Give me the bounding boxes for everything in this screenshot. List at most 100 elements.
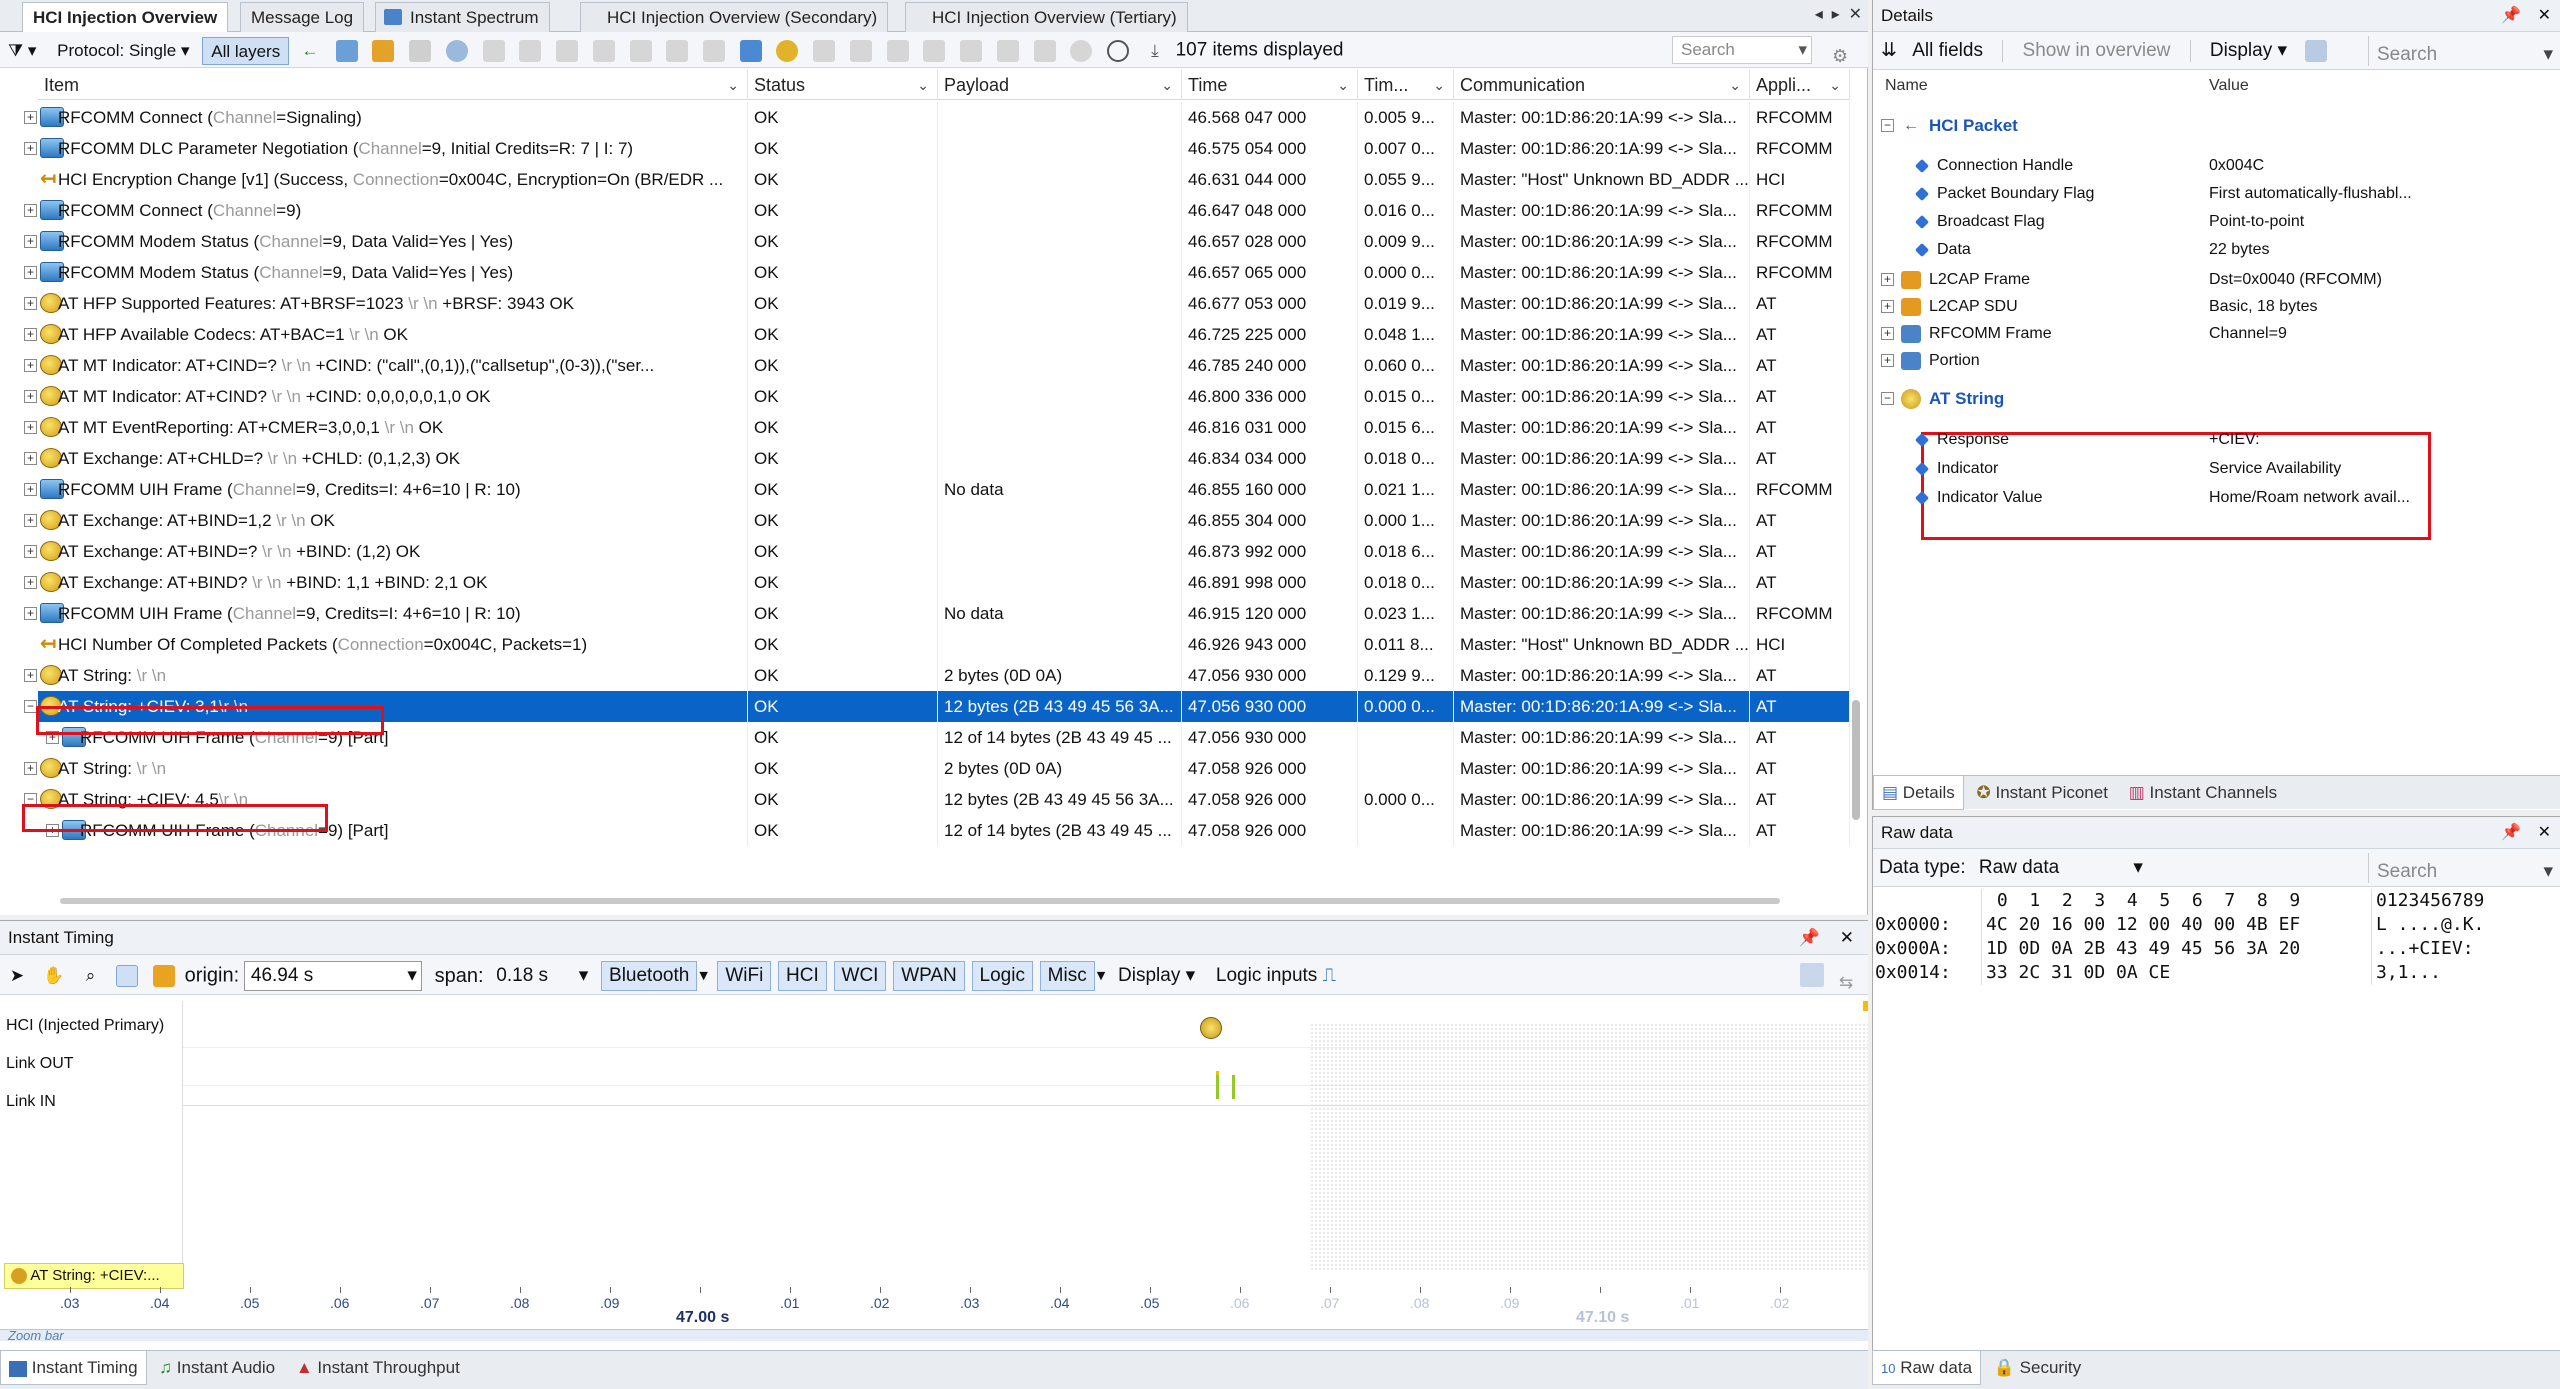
table-row[interactable]: + RFCOMM Modem Status (Channel=9, Data Va… [24,226,1850,257]
raw-hex-line[interactable]: 4C 20 16 00 12 00 40 00 4B EF [1986,913,2341,937]
collapse-icon[interactable]: − [1881,119,1894,132]
zoom-icon[interactable]: ⌕ [79,965,101,987]
raw-ascii-line[interactable]: L ....@.K. [2376,913,2560,937]
expand-icon[interactable]: + [24,576,37,589]
data-type-dropdown[interactable]: Raw data ▾ [1971,854,2151,882]
detail-group-row[interactable]: + Portion [1873,347,2560,375]
table-row[interactable]: + AT MT EventReporting: AT+CMER=3,0,0,1 \… [24,412,1850,443]
expand-icon[interactable]: + [24,111,37,124]
table-row[interactable]: + RFCOMM DLC Parameter Negotiation (Chann… [24,133,1850,164]
table-row[interactable]: − AT String: +CIEV: 3,1\r \n OK 12 bytes (2… [24,691,1850,722]
table-row[interactable]: + AT Exchange: AT+BIND? \r \n +BIND: 1,1 … [24,567,1850,598]
table-row[interactable]: + RFCOMM UIH Frame (Channel=9, Credits=I:… [24,598,1850,629]
pointer-icon[interactable]: ➤ [6,965,28,987]
at-field-row[interactable]: Response +CIEV: [1873,426,2560,454]
link-in-packet-1[interactable] [1216,1071,1219,1099]
details-display-dropdown[interactable]: Display ▾ [2202,37,2295,65]
marker-icon[interactable] [409,39,432,62]
filter-wpan-button[interactable]: WPAN [893,960,965,991]
filter-icon-3[interactable] [556,39,579,62]
origin-input[interactable]: 46.94 s ▾ [243,960,422,991]
col-communication[interactable]: Communication ⌄ [1454,70,1750,100]
col-application[interactable]: Appli... ⌄ [1750,70,1850,100]
expand-icon[interactable]: + [24,359,37,372]
details-collapse-icon[interactable]: ⇊ [1873,37,1899,65]
table-row[interactable]: + AT Exchange: AT+BIND=? \r \n +BIND: (1,… [24,536,1850,567]
filter-hci-button[interactable]: HCI [778,960,827,991]
timing-options-icon[interactable]: ⇆ [1834,963,1858,992]
table-row[interactable]: + RFCOMM UIH Frame (Channel=9, Credits=I:… [24,474,1850,505]
filter-icon-4[interactable] [592,39,615,62]
span-dropdown[interactable]: 0.18 s ▾ [488,962,596,990]
close-icon[interactable]: ✕ [2538,0,2551,32]
download-icon[interactable]: ⤓ [1144,40,1166,62]
expand-icon[interactable]: + [46,731,59,744]
expand-icon[interactable]: + [46,824,59,837]
raw-ascii-line[interactable]: ...+CIEV: [2376,937,2560,961]
raw-hex-line[interactable]: 33 2C 31 0D 0A CE [1986,961,2341,985]
expand-icon[interactable]: + [1881,273,1894,286]
layer-icon-2[interactable] [776,39,799,62]
col-time[interactable]: Time ⌄ [1182,70,1358,100]
detail-field-row[interactable]: Connection Handle 0x004C [1873,152,2560,180]
details-search-input[interactable]: Search ▾ [2368,36,2553,66]
table-row[interactable]: + RFCOMM Modem Status (Channel=9, Data Va… [24,257,1850,288]
tab-hci-injection-overview[interactable]: HCI Injection Overview [22,2,229,33]
expand-icon[interactable]: + [24,390,37,403]
table-row[interactable]: + RFCOMM UIH Frame (Channel=9) [Part] OK 12… [38,722,1850,753]
timing-display-dropdown[interactable]: Display ▾ [1110,962,1203,990]
filter-icon-2[interactable] [519,39,542,62]
expand-icon[interactable]: + [1881,327,1894,340]
filter-bluetooth-button[interactable]: Bluetooth [601,960,698,991]
layer-icon-8[interactable] [996,39,1019,62]
expand-icon[interactable]: + [24,545,37,558]
table-row[interactable]: + AT MT Indicator: AT+CIND? \r \n +CIND: … [24,381,1850,412]
table-row[interactable]: + AT String: \r \n OK 2 bytes (0D 0A) 47.058… [24,753,1850,784]
expand-icon[interactable]: + [24,235,37,248]
search-options-icon[interactable]: ⚙ [1832,38,1856,66]
layer-icon-1[interactable] [739,39,762,62]
tab-instant-channels[interactable]: ▥ Instant Channels [2121,776,2285,810]
expand-icon[interactable]: + [24,762,37,775]
col-payload[interactable]: Payload ⌄ [938,70,1182,100]
layer-icon-5[interactable] [886,39,909,62]
filter-misc-button[interactable]: Misc [1039,960,1095,991]
pencil-icon[interactable] [335,39,358,62]
layer-icon-4[interactable] [849,39,872,62]
tab-overview-tertiary[interactable]: HCI Injection Overview (Tertiary) [905,2,1188,32]
table-row[interactable]: + AT Exchange: AT+CHLD=? \r \n +CHLD: (0,… [24,443,1850,474]
layer-icon-7[interactable] [960,39,983,62]
filter-icon-7[interactable] [703,39,726,62]
detail-group-row[interactable]: + L2CAP Frame Dst=0x0040 (RFCOMM) [1873,266,2560,294]
table-row[interactable]: + RFCOMM Connect (Channel=Signaling) OK 46.… [24,102,1850,133]
expand-icon[interactable]: + [24,328,37,341]
all-fields-button[interactable]: All fields [1904,37,1991,65]
logic-inputs-button[interactable]: Logic inputs ⎍ [1208,962,1344,990]
expand-icon[interactable]: + [1881,354,1894,367]
at-event-icon[interactable] [1200,1017,1222,1039]
table-row[interactable]: + AT HFP Available Codecs: AT+BAC=1 \r \n… [24,319,1850,350]
expand-icon[interactable]: + [24,452,37,465]
tab-next-icon[interactable]: ▸ [1832,6,1840,23]
at-field-row[interactable]: Indicator Value Home/Roam network avail..… [1873,484,2560,512]
all-layers-button[interactable]: All layers [202,36,290,65]
timeline-options-icon[interactable] [152,964,175,987]
show-in-overview-button[interactable]: Show in overview [2015,37,2179,65]
raw-ascii-line[interactable]: 3,1... [2376,961,2560,985]
tab-overview-secondary[interactable]: HCI Injection Overview (Secondary) [580,2,889,32]
find-icon[interactable] [445,39,468,62]
close-icon[interactable]: ✕ [1849,6,1862,23]
vertical-scrollbar[interactable] [1852,700,1860,820]
table-row[interactable]: + AT HFP Supported Features: AT+BRSF=1023… [24,288,1850,319]
tab-message-log[interactable]: Message Log [240,2,365,32]
tab-instant-audio[interactable]: ♫ Instant Audio [151,1351,283,1385]
detail-group-row[interactable]: + L2CAP SDU Basic, 18 bytes [1873,293,2560,321]
tab-instant-throughput[interactable]: ▲ Instant Throughput [288,1351,468,1385]
filter-icon-6[interactable] [666,39,689,62]
tab-raw-data[interactable]: 10 Raw data [1872,1351,1982,1385]
col-item[interactable]: Item ⌄ [38,70,748,100]
filter-icon-5[interactable] [629,39,652,62]
detail-group-row[interactable]: + RFCOMM Frame Channel=9 [1873,320,2560,348]
layer-icon-3[interactable] [813,39,836,62]
tab-prev-icon[interactable]: ◂ [1815,6,1823,23]
